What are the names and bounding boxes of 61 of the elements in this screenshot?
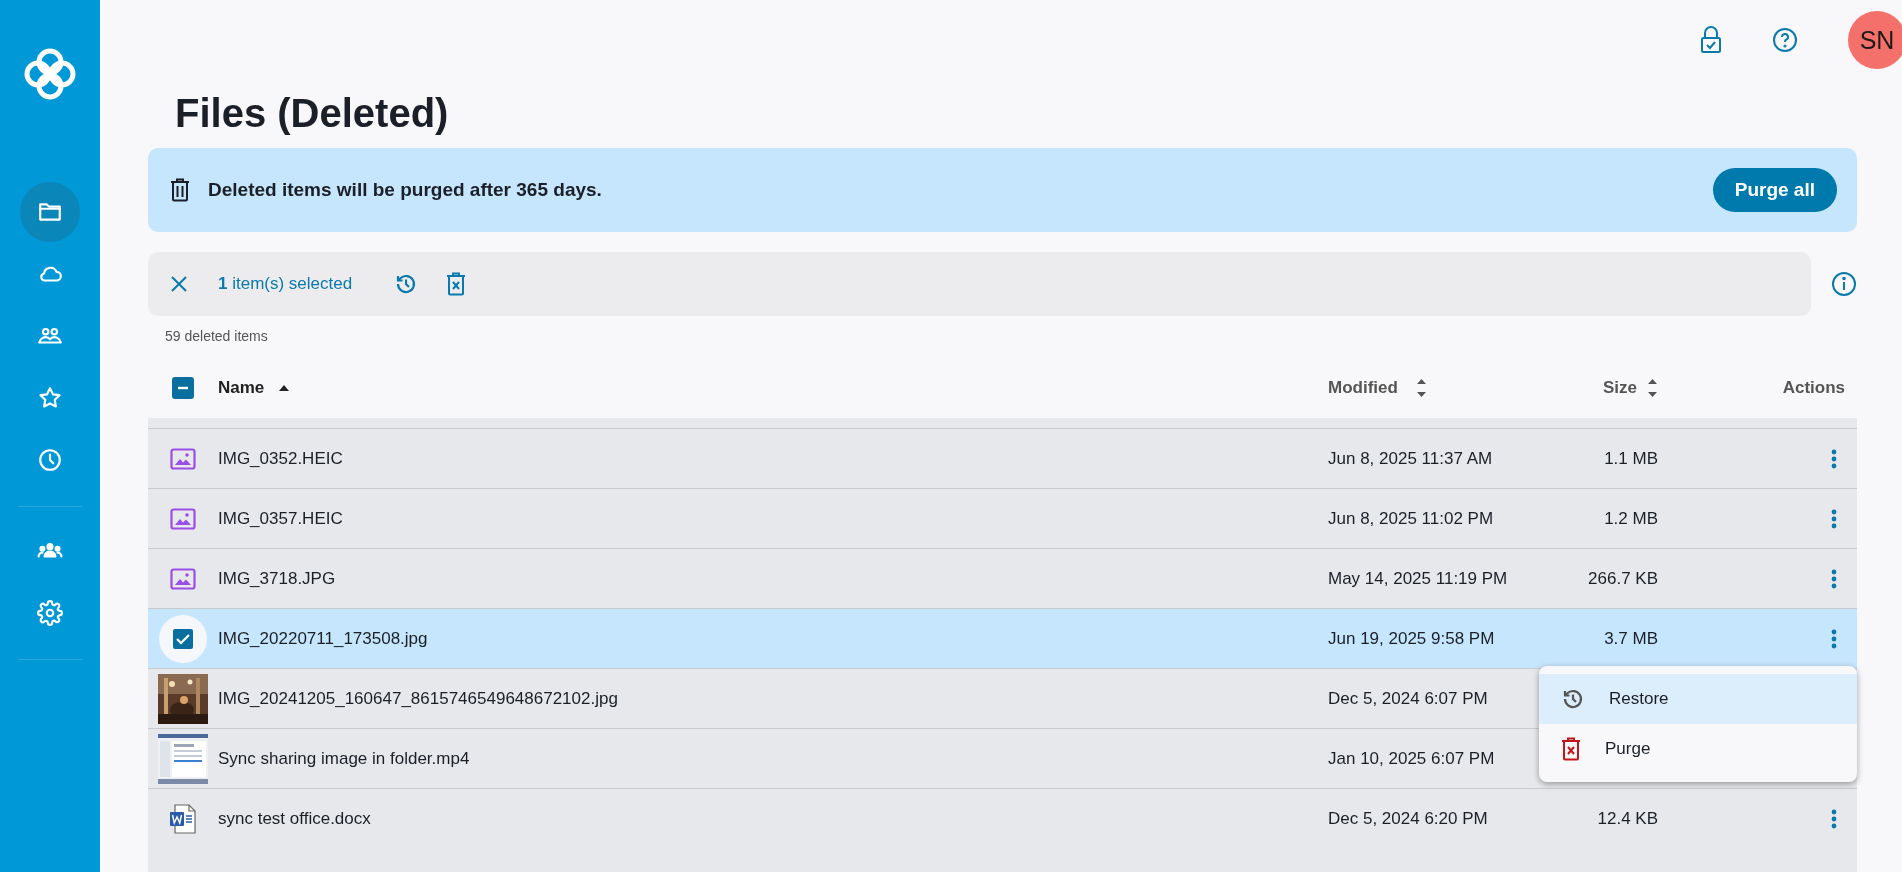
- delete-forever-icon: [1561, 737, 1581, 761]
- modified-date: May 14, 2025 11:19 PM: [1328, 568, 1508, 589]
- file-name: IMG_0352.HEIC: [218, 448, 343, 469]
- file-row[interactable]: sync test office.docx Dec 5, 2024 6:20 PM 12.4 KB: [148, 788, 1857, 848]
- menu-item[interactable]: Restore: [1539, 674, 1857, 724]
- notice-text: Deleted items will be purged after 365 days.: [208, 179, 603, 201]
- image-file-icon: [170, 447, 196, 470]
- image-file-icon: [170, 507, 196, 530]
- user-avatar[interactable]: SN: [1848, 11, 1902, 69]
- trash-icon: [170, 178, 190, 202]
- column-header[interactable]: Name: [218, 378, 265, 398]
- column-header[interactable]: Size: [1602, 378, 1637, 398]
- restore-icon: [1561, 687, 1585, 711]
- file-size: 1.2 MB: [1604, 508, 1658, 529]
- logo-icon[interactable]: [24, 48, 76, 100]
- sort-ascending-icon[interactable]: [278, 384, 291, 392]
- file-row[interactable]: IMG_20220711_173508.jpg Jun 19, 2025 9:58 PM 3.7 MB: [148, 608, 1857, 668]
- file-name: sync test office.docx: [218, 808, 371, 829]
- word-document-icon: [169, 803, 197, 834]
- modified-date: Jan 10, 2025 6:07 PM: [1328, 748, 1495, 769]
- file-size: 266.7 KB: [1588, 568, 1658, 589]
- page-title: Files (Deleted): [175, 90, 450, 136]
- file-size: 1.1 MB: [1604, 448, 1658, 469]
- sort-icon[interactable]: [1647, 378, 1658, 398]
- file-name: IMG_3718.JPG: [218, 568, 336, 589]
- more-options-icon[interactable]: [1831, 628, 1837, 649]
- row-checkbox[interactable]: [159, 614, 207, 663]
- image-file-icon: [170, 567, 196, 590]
- settings-icon: [37, 600, 63, 626]
- purge-all-button[interactable]: Purge all: [1712, 168, 1837, 212]
- file-size: 12.4 KB: [1597, 808, 1658, 829]
- modified-date: Dec 5, 2024 6:07 PM: [1328, 688, 1488, 709]
- modified-date: Dec 5, 2024 6:20 PM: [1328, 808, 1488, 829]
- more-options-icon[interactable]: [1831, 808, 1837, 829]
- file-name: Sync sharing image in folder.mp4: [218, 748, 470, 769]
- more-options-icon[interactable]: [1831, 508, 1837, 529]
- sort-icon[interactable]: [1415, 378, 1427, 398]
- sidebar-item[interactable]: [20, 182, 80, 242]
- file-row[interactable]: IMG_0357.HEIC Jun 8, 2025 11:02 PM 1.2 MB: [148, 488, 1857, 548]
- modified-date: Jun 8, 2025 11:37 AM: [1328, 448, 1493, 469]
- more-options-icon[interactable]: [1831, 568, 1837, 589]
- delete-forever-icon[interactable]: [446, 272, 467, 296]
- selection-count: 1 item(s) selected: [218, 274, 353, 294]
- column-header[interactable]: Modified: [1328, 378, 1398, 398]
- modified-date: Jun 19, 2025 9:58 PM: [1328, 628, 1495, 649]
- select-all-checkbox[interactable]: [172, 377, 194, 399]
- modified-date: Jun 8, 2025 11:02 PM: [1328, 508, 1494, 529]
- file-name: IMG_0357.HEIC: [218, 508, 343, 529]
- checkbox-icon[interactable]: [172, 627, 194, 650]
- file-name: IMG_20241205_160647_8615746549648672102.jpg: [218, 688, 618, 709]
- file-row[interactable]: IMG_0352.HEIC Jun 8, 2025 11:37 AM 1.1 MB: [148, 428, 1857, 488]
- info-icon[interactable]: [1831, 271, 1857, 297]
- file-size: 3.7 MB: [1604, 628, 1658, 649]
- close-icon[interactable]: [170, 275, 188, 293]
- column-header: Actions: [1782, 378, 1845, 398]
- help-icon[interactable]: [1772, 27, 1798, 53]
- lock-check-icon[interactable]: [1700, 26, 1722, 54]
- more-options-icon[interactable]: [1831, 448, 1837, 469]
- clock-icon: [37, 447, 63, 473]
- file-name: IMG_20220711_173508.jpg: [218, 628, 428, 649]
- item-count: 59 deleted items: [165, 328, 269, 344]
